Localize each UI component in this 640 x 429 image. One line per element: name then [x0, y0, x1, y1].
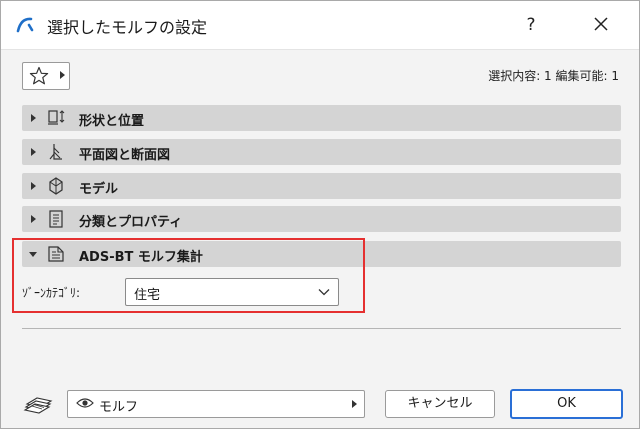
classification-icon — [49, 210, 63, 228]
expand-arrow-icon — [31, 148, 36, 156]
dialog-title: 選択したモルフの設定 — [47, 18, 208, 37]
section-label: 形状と位置 — [79, 114, 145, 129]
layer-select[interactable]: モルフ — [67, 390, 365, 418]
section-label: 平面図と断面図 — [79, 148, 171, 163]
section-classification[interactable]: 分類とプロパティ — [22, 206, 621, 232]
close-icon — [594, 17, 608, 31]
shape-position-icon — [48, 110, 65, 125]
app-icon — [15, 15, 35, 35]
eye-icon — [76, 398, 94, 408]
section-floor-plan[interactable]: 平面図と断面図 — [22, 139, 621, 165]
expand-arrow-icon — [31, 114, 36, 122]
help-button[interactable]: ? — [513, 7, 549, 43]
favorites-button[interactable] — [22, 62, 70, 90]
selection-info: 選択内容: 1 編集可能: 1 — [488, 69, 619, 83]
section-label: モデル — [79, 182, 119, 197]
model-icon — [49, 177, 63, 195]
divider — [22, 328, 621, 329]
cancel-button[interactable]: キャンセル — [385, 390, 495, 418]
caret-right-icon — [352, 400, 357, 408]
layer-value: モルフ — [99, 400, 139, 415]
highlight-box — [12, 238, 365, 313]
section-label: 分類とプロパティ — [79, 215, 183, 230]
close-button[interactable] — [581, 7, 621, 43]
expand-arrow-icon — [31, 182, 36, 190]
caret-right-icon — [60, 71, 65, 79]
ok-button[interactable]: OK — [510, 389, 623, 419]
section-model[interactable]: モデル — [22, 173, 621, 199]
title-bar: 選択したモルフの設定 ? — [1, 1, 639, 50]
star-icon — [29, 66, 49, 85]
section-shape-position[interactable]: 形状と位置 — [22, 105, 621, 131]
settings-dialog: 選択したモルフの設定 ? 選択内容: 1 編集可能: 1 形状と位置 平面図と断… — [0, 0, 640, 429]
layers-icon — [23, 397, 53, 414]
expand-arrow-icon — [31, 215, 36, 223]
floor-plan-section-icon — [49, 144, 62, 160]
